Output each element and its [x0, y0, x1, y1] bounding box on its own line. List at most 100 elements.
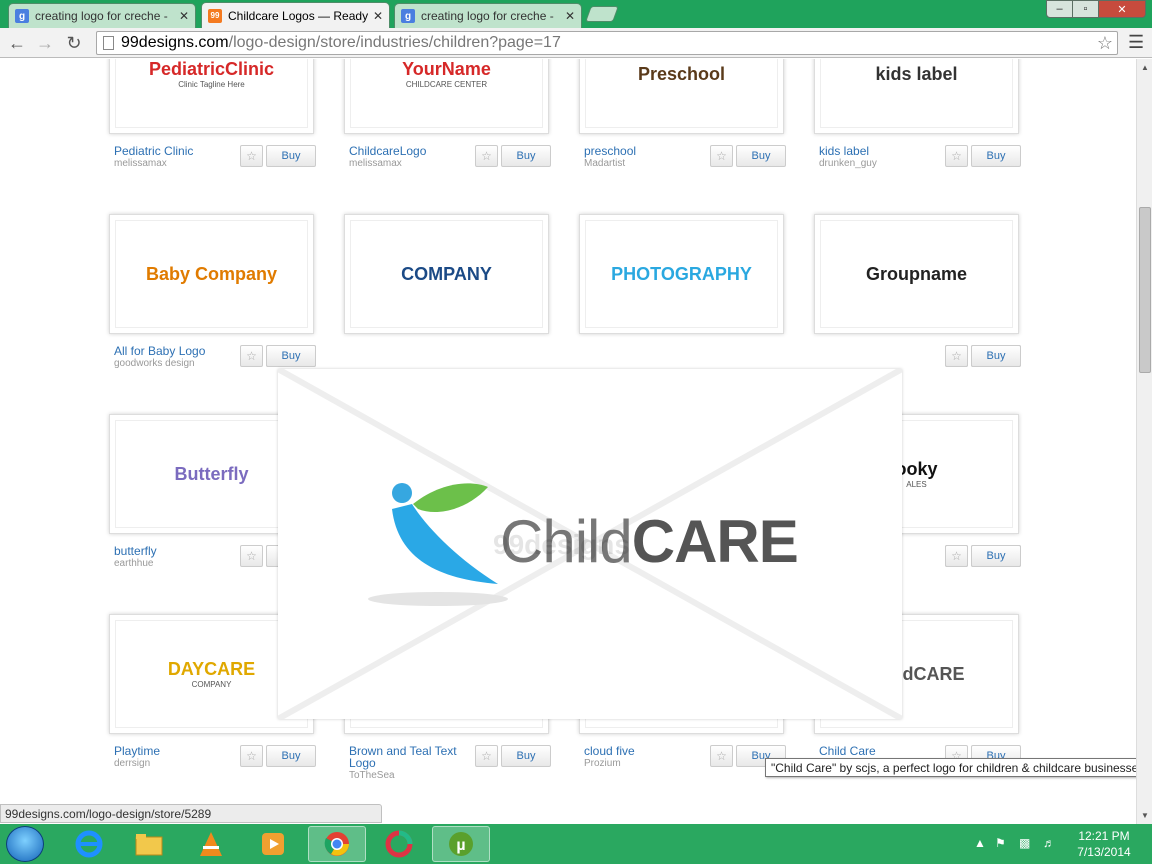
utorrent-icon[interactable]: µ: [432, 826, 490, 862]
logo-image: Groupname: [820, 220, 1013, 328]
listing-author[interactable]: Madartist: [584, 157, 704, 170]
logo-thumbnail[interactable]: YourName CHILDCARE CENTER: [344, 59, 549, 134]
favorite-star-icon[interactable]: ☆: [945, 545, 968, 567]
favorite-star-icon[interactable]: ☆: [475, 145, 498, 167]
explorer-icon[interactable]: [120, 826, 178, 862]
logo-subtext: Clinic Tagline Here: [178, 80, 245, 89]
tab-creating-logo-1[interactable]: g creating logo for creche - ✕: [8, 3, 196, 28]
logo-thumbnail[interactable]: Baby Company: [109, 214, 314, 334]
buy-button[interactable]: Buy: [501, 145, 551, 167]
listing-name-link[interactable]: Child Care: [819, 745, 939, 757]
chrome-icon[interactable]: [308, 826, 366, 862]
logo-art: Baby Company: [146, 264, 277, 285]
listing-name-link[interactable]: kids label: [819, 145, 939, 157]
buy-button[interactable]: Buy: [971, 345, 1021, 367]
leaf-icon: [413, 483, 488, 513]
listing-author[interactable]: ToTheSea: [349, 769, 469, 782]
scroll-down-icon[interactable]: ▼: [1141, 811, 1149, 820]
tab-close-icon[interactable]: ✕: [176, 9, 192, 23]
buy-button[interactable]: Buy: [971, 545, 1021, 567]
favorite-star-icon[interactable]: ☆: [710, 145, 733, 167]
tab-close-icon[interactable]: ✕: [562, 9, 578, 23]
show-hidden-icons-icon[interactable]: ▲: [974, 836, 986, 850]
logo-art: PHOTOGRAPHY: [611, 264, 752, 285]
favorite-star-icon[interactable]: ☆: [240, 145, 263, 167]
tab-close-icon[interactable]: ✕: [370, 9, 386, 23]
media-player-icon[interactable]: [244, 826, 302, 862]
buy-button[interactable]: Buy: [266, 345, 316, 367]
forward-arrow-icon[interactable]: →: [33, 31, 57, 55]
bookmark-star-icon[interactable]: ☆: [1097, 33, 1113, 54]
figure-body-icon: [392, 504, 498, 584]
maximize-button[interactable]: ▫: [1072, 0, 1099, 18]
favorite-star-icon[interactable]: ☆: [945, 345, 968, 367]
logo-art: COMPANY: [401, 264, 492, 285]
logo-thumbnail[interactable]: Preschool: [579, 59, 784, 134]
listing-name-link[interactable]: butterfly: [114, 545, 234, 557]
clock[interactable]: 12:21 PM 7/13/2014: [1072, 828, 1136, 860]
ie-icon[interactable]: [60, 826, 118, 862]
scroll-thumb[interactable]: [1139, 207, 1151, 373]
scroll-up-icon[interactable]: ▲: [1141, 63, 1149, 72]
logo-thumbnail[interactable]: kids label: [814, 59, 1019, 134]
favorite-star-icon[interactable]: ☆: [240, 345, 263, 367]
start-button[interactable]: [6, 826, 44, 862]
tab-creating-logo-2[interactable]: g creating logo for creche - ✕: [394, 3, 582, 28]
buy-button[interactable]: Buy: [266, 145, 316, 167]
logo-text: Butterfly: [174, 463, 249, 484]
page-scrollbar[interactable]: ▲ ▼: [1136, 59, 1152, 824]
listing-name-link[interactable]: Playtime: [114, 745, 234, 757]
tab-title: Childcare Logos — Ready: [228, 8, 369, 23]
listing-name-link[interactable]: Brown and Teal Text Logo: [349, 745, 469, 769]
listing-author[interactable]: derrsign: [114, 757, 234, 770]
listing-author[interactable]: earthhue: [114, 557, 234, 570]
logo-thumbnail[interactable]: Groupname: [814, 214, 1019, 334]
favorite-star-icon[interactable]: ☆: [710, 745, 733, 767]
tab-childcare-logos[interactable]: 99 Childcare Logos — Ready ✕: [201, 2, 390, 28]
menu-icon[interactable]: ☰: [1128, 32, 1144, 53]
listing-name-link[interactable]: preschool: [584, 145, 704, 157]
listing-name-link[interactable]: ChildcareLogo: [349, 145, 469, 157]
favorite-star-icon[interactable]: ☆: [475, 745, 498, 767]
buy-button[interactable]: Buy: [736, 145, 786, 167]
listing-author[interactable]: melissamax: [349, 157, 469, 170]
new-tab-button[interactable]: [585, 6, 619, 22]
logo-thumbnail[interactable]: COMPANY: [344, 214, 549, 334]
flag-icon[interactable]: ⚑: [995, 836, 1006, 850]
listing-author[interactable]: goodworks design: [114, 357, 234, 370]
app-icon[interactable]: [370, 826, 428, 862]
browser-titlebar: g creating logo for creche - ✕ 99 Childc…: [0, 0, 1152, 28]
google-favicon-icon: g: [15, 9, 29, 23]
logo-text: DAYCARE: [167, 659, 256, 679]
listing-author[interactable]: drunken_guy: [819, 157, 939, 170]
close-window-button[interactable]: ✕: [1098, 0, 1146, 18]
volume-icon[interactable]: ♬: [1043, 836, 1055, 850]
minimize-button[interactable]: –: [1046, 0, 1073, 18]
favorite-star-icon[interactable]: ☆: [945, 145, 968, 167]
vlc-icon[interactable]: [182, 826, 240, 862]
logo-subtext: COMPANY: [191, 680, 232, 689]
buy-button[interactable]: Buy: [971, 145, 1021, 167]
tab-title: creating logo for creche -: [421, 9, 554, 23]
logo-thumbnail[interactable]: PHOTOGRAPHY: [579, 214, 784, 334]
listing-author[interactable]: melissamax: [114, 157, 234, 170]
favorite-star-icon[interactable]: ☆: [240, 545, 263, 567]
listing-meta: All for Baby Logo goodworks design: [114, 345, 234, 370]
logo-text: YourName: [402, 59, 491, 79]
status-url: 99designs.com/logo-design/store/5289: [0, 804, 382, 823]
listing-name-link[interactable]: cloud five: [584, 745, 704, 757]
favorite-star-icon[interactable]: ☆: [240, 745, 263, 767]
network-icon[interactable]: ▩: [1019, 836, 1030, 850]
address-bar[interactable]: 99designs.com/logo-design/store/industri…: [96, 31, 1118, 55]
logo-preview-overlay[interactable]: ChildCARE 99designs: [278, 369, 902, 719]
back-arrow-icon[interactable]: ←: [5, 31, 29, 55]
listing-name-link[interactable]: All for Baby Logo: [114, 345, 234, 357]
listing-name-link[interactable]: Pediatric Clinic: [114, 145, 234, 157]
listing-author[interactable]: Prozium: [584, 757, 704, 770]
reload-icon[interactable]: ↻: [62, 31, 86, 55]
buy-button[interactable]: Buy: [501, 745, 551, 767]
listing-meta: ChildcareLogo melissamax: [349, 145, 469, 170]
logo-art: DAYCARE COMPANY: [168, 659, 255, 689]
logo-thumbnail[interactable]: PediatricClinic Clinic Tagline Here: [109, 59, 314, 134]
buy-button[interactable]: Buy: [266, 745, 316, 767]
